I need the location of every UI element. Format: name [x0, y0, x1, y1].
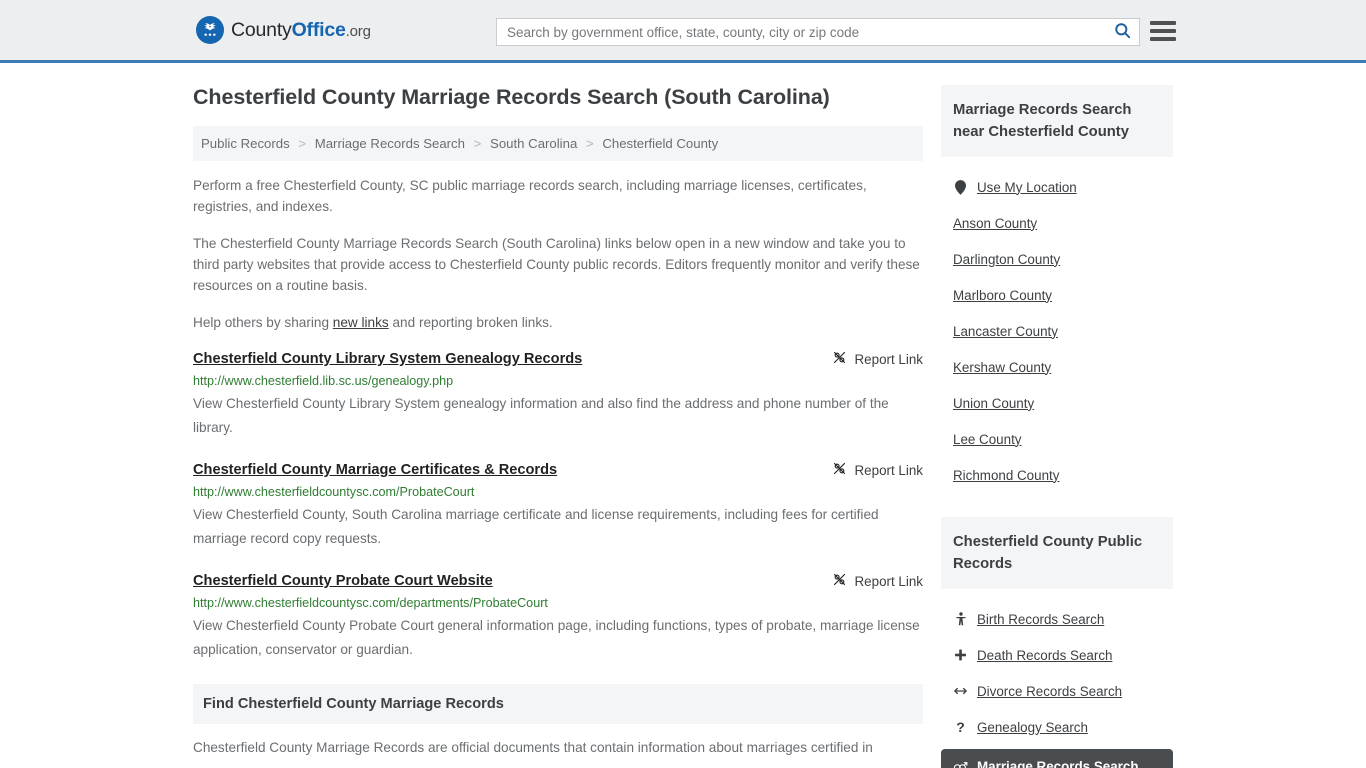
hamburger-menu-icon[interactable]	[1150, 21, 1176, 41]
new-links-link[interactable]: new links	[333, 315, 389, 330]
result-item: Chesterfield County Marriage Certificate…	[193, 460, 923, 551]
sidebar-item-use-my-location[interactable]: Use My Location	[941, 169, 1173, 205]
intro-paragraph-1: Perform a free Chesterfield County, SC p…	[193, 178, 867, 214]
search-input[interactable]	[497, 19, 1105, 45]
report-link-label: Report Link	[854, 573, 923, 589]
sidebar-link-label[interactable]: Lee County	[953, 432, 1022, 447]
sidebar-link-label[interactable]: Darlington County	[953, 252, 1060, 267]
find-records-heading: Find Chesterfield County Marriage Record…	[193, 684, 923, 724]
sidebar-link-label[interactable]: Divorce Records Search	[977, 684, 1122, 699]
breadcrumb-separator: >	[473, 136, 482, 151]
result-url: http://www.chesterfieldcountysc.com/Prob…	[193, 485, 475, 499]
sidebar-item-lee-county[interactable]: Lee County	[941, 421, 1173, 457]
result-description: View Chesterfield County, South Carolina…	[193, 507, 879, 546]
sidebar-link-label[interactable]: Union County	[953, 396, 1034, 411]
sidebar-item-richmond-county[interactable]: Richmond County	[941, 457, 1173, 493]
report-link-button[interactable]: Report Link	[832, 571, 923, 590]
male-female-symbol-icon	[953, 760, 968, 768]
result-title-link[interactable]: Chesterfield County Probate Court Websit…	[193, 571, 493, 591]
main-column: Chesterfield County Marriage Records Sea…	[193, 85, 923, 768]
sidebar-link-label[interactable]: Marriage Records Search	[977, 759, 1139, 768]
breadcrumb: Public Records > Marriage Records Search…	[193, 126, 923, 161]
sidebar-public-records-list: Birth Records Search Death Records Searc…	[941, 589, 1173, 768]
report-link-button[interactable]: Report Link	[832, 349, 923, 368]
sidebar-link-label[interactable]: Richmond County	[953, 468, 1059, 483]
sidebar-link-label[interactable]: Anson County	[953, 216, 1037, 231]
sidebar-item-divorce-records-search[interactable]: Divorce Records Search	[941, 673, 1173, 709]
sidebar-item-kershaw-county[interactable]: Kershaw County	[941, 349, 1173, 385]
broken-link-icon	[832, 461, 847, 479]
report-link-button[interactable]: Report Link	[832, 460, 923, 479]
sidebar-link-label[interactable]: Use My Location	[977, 180, 1077, 195]
result-header: Chesterfield County Marriage Certificate…	[193, 460, 923, 480]
hamburger-bar	[1150, 37, 1176, 41]
breadcrumb-item-chesterfield-county[interactable]: Chesterfield County	[602, 136, 718, 151]
sidebar-nearby-heading: Marriage Records Search near Chesterfiel…	[941, 85, 1173, 157]
sidebar-item-union-county[interactable]: Union County	[941, 385, 1173, 421]
report-link-label: Report Link	[854, 351, 923, 367]
question-mark-icon: ?	[956, 719, 965, 735]
help-suffix: and reporting broken links.	[388, 315, 553, 330]
breadcrumb-item-marriage-records-search[interactable]: Marriage Records Search	[315, 136, 465, 151]
sidebar-public-records-heading: Chesterfield County Public Records	[941, 517, 1173, 589]
map-pin-icon	[953, 179, 968, 195]
search-bar	[496, 18, 1140, 46]
site-header: CountyOffice.org	[0, 0, 1366, 63]
brand-part-office: Office	[291, 18, 346, 41]
sidebar-link-label[interactable]: Birth Records Search	[977, 612, 1104, 627]
hamburger-bar	[1150, 29, 1176, 33]
search-icon	[1113, 21, 1132, 43]
sidebar-public-records-group: Chesterfield County Public Records Birth…	[941, 517, 1173, 768]
double-arrow-icon	[953, 685, 968, 697]
result-item: Chesterfield County Library System Genea…	[193, 349, 923, 440]
content-container: Chesterfield County Marriage Records Sea…	[193, 63, 1173, 768]
sidebar: Marriage Records Search near Chesterfiel…	[941, 85, 1173, 768]
sidebar-item-birth-records-search[interactable]: Birth Records Search	[941, 601, 1173, 637]
sidebar-link-label[interactable]: Death Records Search	[977, 648, 1112, 663]
sidebar-item-lancaster-county[interactable]: Lancaster County	[941, 313, 1173, 349]
baby-icon	[953, 612, 968, 626]
brand-part-county: County	[231, 18, 292, 41]
sidebar-item-marriage-records-search[interactable]: Marriage Records Search	[941, 749, 1173, 768]
site-logo-text: CountyOffice.org	[231, 19, 371, 42]
sidebar-link-label[interactable]: Lancaster County	[953, 324, 1058, 339]
page-title: Chesterfield County Marriage Records Sea…	[193, 85, 830, 109]
site-logo[interactable]: CountyOffice.org	[196, 16, 371, 44]
help-prefix: Help others by sharing	[193, 315, 333, 330]
result-title-link[interactable]: Chesterfield County Marriage Certificate…	[193, 460, 557, 480]
broken-link-icon	[832, 350, 847, 368]
sidebar-item-death-records-search[interactable]: Death Records Search	[941, 637, 1173, 673]
sidebar-item-marlboro-county[interactable]: Marlboro County	[941, 277, 1173, 313]
sidebar-item-darlington-county[interactable]: Darlington County	[941, 241, 1173, 277]
result-header: Chesterfield County Library System Genea…	[193, 349, 923, 369]
cross-icon	[953, 648, 968, 662]
breadcrumb-item-public-records[interactable]: Public Records	[201, 136, 290, 151]
breadcrumb-item-south-carolina[interactable]: South Carolina	[490, 136, 577, 151]
result-url: http://www.chesterfieldcountysc.com/depa…	[193, 596, 548, 610]
sidebar-link-label[interactable]: Kershaw County	[953, 360, 1051, 375]
result-item: Chesterfield County Probate Court Websit…	[193, 571, 923, 662]
result-description: View Chesterfield County Probate Court g…	[193, 618, 920, 657]
find-records-body: Chesterfield County Marriage Records are…	[193, 740, 873, 755]
report-link-label: Report Link	[854, 462, 923, 478]
brand-part-org: .org	[345, 22, 371, 40]
sidebar-item-genealogy-search[interactable]: ? Genealogy Search	[941, 709, 1173, 745]
intro-paragraph-2: The Chesterfield County Marriage Records…	[193, 236, 920, 293]
sidebar-link-label[interactable]: Marlboro County	[953, 288, 1052, 303]
result-title-link[interactable]: Chesterfield County Library System Genea…	[193, 349, 582, 369]
sidebar-link-label[interactable]: Genealogy Search	[977, 720, 1088, 735]
result-header: Chesterfield County Probate Court Websit…	[193, 571, 923, 591]
search-button[interactable]	[1105, 19, 1139, 45]
breadcrumb-separator: >	[298, 136, 307, 151]
result-description: View Chesterfield County Library System …	[193, 396, 889, 435]
sidebar-item-anson-county[interactable]: Anson County	[941, 205, 1173, 241]
help-share-paragraph: Help others by sharing new links and rep…	[193, 312, 923, 333]
breadcrumb-separator: >	[585, 136, 594, 151]
page-body: Chesterfield County Marriage Records Sea…	[0, 63, 1366, 768]
result-url: http://www.chesterfield.lib.sc.us/geneal…	[193, 374, 454, 388]
eagle-seal-icon	[196, 16, 224, 44]
hamburger-bar	[1150, 21, 1176, 25]
sidebar-nearby-list: Use My Location Anson County Darlington …	[941, 157, 1173, 493]
broken-link-icon	[832, 572, 847, 590]
